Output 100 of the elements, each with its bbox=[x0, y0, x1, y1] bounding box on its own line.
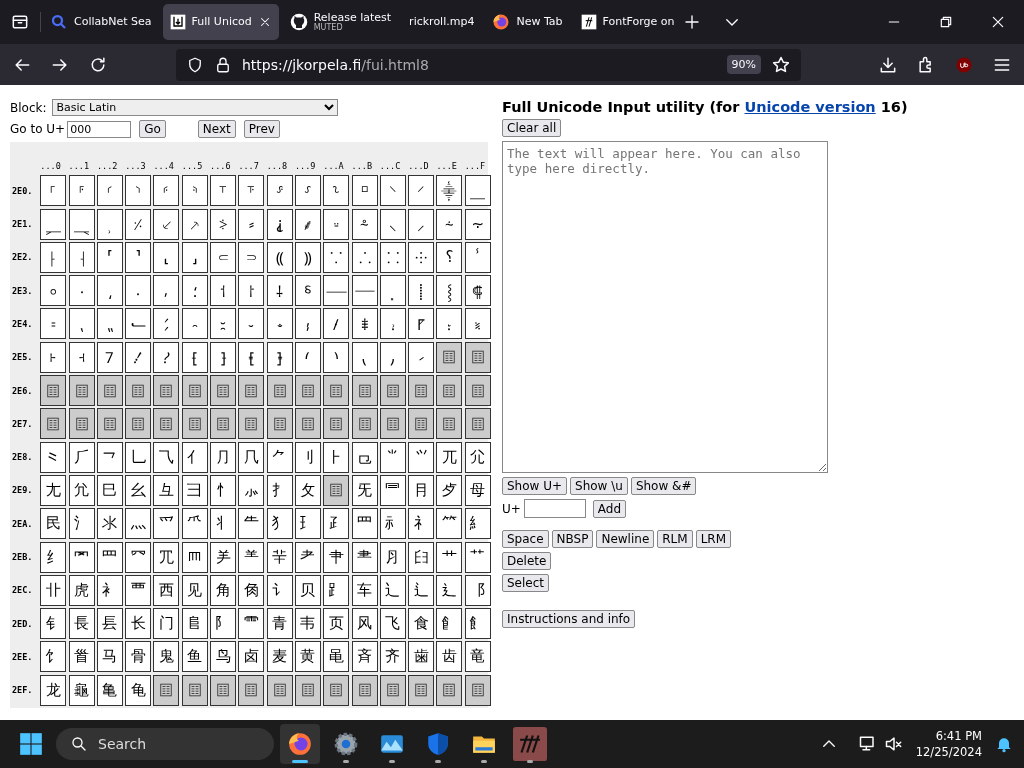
character-cell[interactable]: ⸰ bbox=[40, 275, 67, 307]
tab-list-icon[interactable] bbox=[10, 12, 30, 32]
character-cell[interactable]: ⸨ bbox=[266, 241, 293, 273]
character-cell[interactable]: ⺗ bbox=[238, 474, 265, 506]
character-cell[interactable]: ⸢ bbox=[96, 241, 123, 273]
insert-button[interactable]: LRM bbox=[695, 530, 732, 548]
character-cell[interactable]: ⺈ bbox=[266, 441, 293, 473]
character-cell[interactable]: ⺃ bbox=[125, 441, 152, 473]
character-cell[interactable]: ⸾ bbox=[436, 275, 463, 307]
character-cell[interactable]: ⹒ bbox=[96, 341, 123, 373]
unassigned-cell[interactable] bbox=[210, 674, 237, 706]
unassigned-cell[interactable] bbox=[436, 674, 463, 706]
unassigned-cell[interactable] bbox=[351, 674, 378, 706]
character-cell[interactable]: ⸒ bbox=[96, 208, 123, 240]
unassigned-cell[interactable] bbox=[351, 408, 378, 440]
character-cell[interactable]: ⻤ bbox=[153, 641, 180, 673]
insert-button[interactable]: RLM bbox=[657, 530, 693, 548]
character-cell[interactable]: ⺋ bbox=[351, 441, 378, 473]
character-cell[interactable]: ⺧ bbox=[238, 508, 265, 540]
character-cell[interactable]: ⹊ bbox=[323, 308, 350, 340]
unassigned-cell[interactable] bbox=[464, 341, 491, 373]
character-cell[interactable]: ⻣ bbox=[125, 641, 152, 673]
shield-icon[interactable] bbox=[425, 731, 451, 757]
unassigned-cell[interactable] bbox=[323, 674, 350, 706]
unassigned-cell[interactable] bbox=[266, 408, 293, 440]
character-cell[interactable]: ⸎ bbox=[436, 175, 463, 207]
character-cell[interactable]: ⸖ bbox=[210, 208, 237, 240]
character-cell[interactable]: ⹉ bbox=[294, 308, 321, 340]
character-cell[interactable]: ⺼ bbox=[379, 541, 406, 573]
new-tab-icon[interactable] bbox=[683, 13, 702, 31]
character-cell[interactable]: ⻞ bbox=[436, 608, 463, 640]
character-cell[interactable]: ⹌ bbox=[379, 308, 406, 340]
character-cell[interactable]: ⸣ bbox=[125, 241, 152, 273]
character-cell[interactable]: ⺏ bbox=[464, 441, 491, 473]
character-cell[interactable]: ⻂ bbox=[96, 574, 123, 606]
character-cell[interactable]: ⸏ bbox=[464, 175, 491, 207]
character-cell[interactable]: ⻳ bbox=[125, 674, 152, 706]
character-cell[interactable]: ⸇ bbox=[238, 175, 265, 207]
character-cell[interactable]: ⻘ bbox=[266, 608, 293, 640]
character-cell[interactable]: ⺳ bbox=[125, 541, 152, 573]
character-cell[interactable]: ⸗ bbox=[238, 208, 265, 240]
character-cell[interactable]: ⹗ bbox=[238, 341, 265, 373]
firefox-icon[interactable] bbox=[287, 731, 313, 757]
character-cell[interactable]: ⸍ bbox=[408, 175, 435, 207]
character-cell[interactable]: ⸭ bbox=[408, 241, 435, 273]
character-cell[interactable]: ⺸ bbox=[266, 541, 293, 573]
character-cell[interactable]: ⺦ bbox=[210, 508, 237, 540]
character-cell[interactable]: ⻗ bbox=[238, 608, 265, 640]
character-cell[interactable]: ⺕ bbox=[181, 474, 208, 506]
nav-button[interactable]: Prev bbox=[243, 120, 280, 138]
unassigned-cell[interactable] bbox=[68, 408, 95, 440]
show-format-button[interactable]: Show &# bbox=[630, 477, 697, 495]
unassigned-cell[interactable] bbox=[40, 375, 67, 407]
character-cell[interactable]: ⸫ bbox=[351, 241, 378, 273]
character-cell[interactable]: ⺖ bbox=[210, 474, 237, 506]
character-cell[interactable]: ⻉ bbox=[294, 574, 321, 606]
character-cell[interactable]: ⹋ bbox=[351, 308, 378, 340]
character-cell[interactable]: ⹑ bbox=[68, 341, 95, 373]
character-cell[interactable]: ⸀ bbox=[40, 175, 67, 207]
character-cell[interactable]: ⸧ bbox=[238, 241, 265, 273]
unassigned-cell[interactable] bbox=[68, 375, 95, 407]
character-cell[interactable]: ⺑ bbox=[68, 474, 95, 506]
character-cell[interactable]: ⻜ bbox=[379, 608, 406, 640]
browser-tab[interactable]: CollabNet Sea bbox=[43, 4, 159, 40]
character-cell[interactable]: ⺤ bbox=[153, 508, 180, 540]
character-cell[interactable]: ⺂ bbox=[96, 441, 123, 473]
character-cell[interactable]: ⸦ bbox=[210, 241, 237, 273]
character-cell[interactable]: ⺄ bbox=[153, 441, 180, 473]
unassigned-cell[interactable] bbox=[266, 674, 293, 706]
character-cell[interactable]: ⻇ bbox=[238, 574, 265, 606]
restore-icon[interactable] bbox=[938, 14, 954, 30]
unassigned-cell[interactable] bbox=[436, 408, 463, 440]
character-cell[interactable]: ⸜ bbox=[379, 208, 406, 240]
character-cell[interactable]: ⻄ bbox=[153, 574, 180, 606]
browser-tab[interactable]: Full Unicod bbox=[162, 4, 279, 40]
character-cell[interactable]: ⸚ bbox=[323, 208, 350, 240]
unassigned-cell[interactable] bbox=[294, 674, 321, 706]
character-cell[interactable]: ⻔ bbox=[153, 608, 180, 640]
character-cell[interactable]: ⸅ bbox=[181, 175, 208, 207]
character-cell[interactable]: ⺭ bbox=[408, 508, 435, 540]
character-cell[interactable]: ⺝ bbox=[408, 474, 435, 506]
show-format-button[interactable]: Show \u bbox=[570, 477, 628, 495]
character-cell[interactable]: ⸙ bbox=[294, 208, 321, 240]
character-cell[interactable]: ⻅ bbox=[181, 574, 208, 606]
character-cell[interactable]: ⺩ bbox=[294, 508, 321, 540]
character-cell[interactable]: ⹂ bbox=[96, 308, 123, 340]
character-cell[interactable]: ⻦ bbox=[210, 641, 237, 673]
character-cell[interactable]: ⹅ bbox=[181, 308, 208, 340]
character-cell[interactable]: ⻭ bbox=[408, 641, 435, 673]
character-cell[interactable]: ⺇ bbox=[238, 441, 265, 473]
character-cell[interactable]: ⺎ bbox=[436, 441, 463, 473]
character-cell[interactable]: ⺅ bbox=[181, 441, 208, 473]
character-cell[interactable]: ⹁ bbox=[68, 308, 95, 340]
show-format-button[interactable]: Show U+ bbox=[502, 477, 568, 495]
character-cell[interactable]: ⹎ bbox=[436, 308, 463, 340]
character-cell[interactable]: ⺊ bbox=[323, 441, 350, 473]
character-cell[interactable]: ⺴ bbox=[153, 541, 180, 573]
character-cell[interactable]: ⻮ bbox=[436, 641, 463, 673]
insert-button[interactable]: Space bbox=[502, 530, 549, 548]
unassigned-cell[interactable] bbox=[323, 375, 350, 407]
